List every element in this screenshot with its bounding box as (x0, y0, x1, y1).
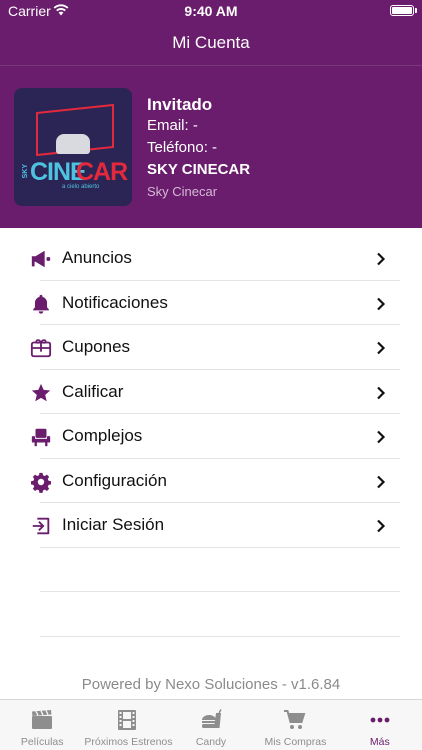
food-icon (202, 709, 222, 728)
star-icon (31, 383, 51, 401)
clapperboard-icon (32, 710, 53, 729)
menu-item-label: Iniciar Sesión (62, 515, 165, 534)
chevron-right-icon (377, 252, 386, 266)
menu-item-label: Complejos (62, 426, 143, 445)
empty-row (0, 592, 422, 637)
menu-item-cupones[interactable]: Cupones (0, 325, 422, 370)
menu-item-calificar[interactable]: Calificar (0, 370, 422, 414)
login-icon (32, 517, 50, 535)
status-time: 9:40 AM (184, 3, 238, 19)
seat-icon (31, 428, 51, 447)
chevron-right-icon (377, 475, 386, 488)
tab-proximos-estrenos[interactable]: Próximos Estrenos (84, 700, 173, 750)
nav-divider (0, 65, 422, 66)
chevron-right-icon (377, 386, 386, 399)
chevron-right-icon (377, 297, 386, 310)
cart-icon (284, 710, 306, 729)
film-strip-icon (117, 710, 136, 730)
empty-row (0, 548, 422, 592)
battery-icon (390, 5, 417, 16)
status-bar: Carrier 9:40 AM (0, 0, 422, 22)
tab-mas[interactable]: Más (338, 700, 422, 750)
menu-item-complejos[interactable]: Complejos (0, 414, 422, 459)
powered-by-text: Powered by Nexo Soluciones - v1.6.84 (81, 676, 341, 693)
gear-icon (31, 472, 51, 493)
user-phone: Teléfono: - (147, 139, 218, 156)
menu-item-label: Anuncios (62, 248, 132, 267)
menu-item-anuncios[interactable]: Anuncios (0, 236, 422, 281)
page-title: Mi Cuenta (172, 33, 250, 52)
logo-tagline: a cielo abierto (62, 184, 100, 190)
account-header: Carrier 9:40 AM Mi Cuenta SKY CINE CAR a… (0, 0, 422, 228)
tab-label: Candy (195, 736, 227, 748)
logo-sky-text: SKY (22, 164, 29, 179)
tab-label: Mis Compras (264, 736, 327, 748)
menu-item-notificaciones[interactable]: Notificaciones (0, 281, 422, 325)
profile-info: Invitado Email: - Teléfono: - SKY CINECA… (147, 95, 250, 202)
tab-candy[interactable]: Candy (169, 700, 253, 750)
tab-mis-compras[interactable]: Mis Compras (253, 700, 337, 750)
menu-item-label: Cupones (62, 337, 131, 356)
user-name: Invitado (147, 95, 213, 114)
chevron-right-icon (377, 341, 386, 355)
row-divider (40, 635, 400, 637)
cinema-name: SKY CINECAR (147, 161, 251, 178)
menu-item-label: Calificar (62, 381, 124, 401)
user-email: Email: - (147, 117, 198, 134)
logo-car-text: CAR (76, 158, 128, 186)
chevron-right-icon (377, 519, 386, 533)
menu-item-label: Configuración (62, 470, 167, 490)
more-dots-icon (370, 717, 390, 723)
tab-label: Películas (20, 736, 64, 748)
account-menu: Anuncios Notificaciones Cupones Califica… (0, 236, 422, 637)
logo-car-shape (56, 134, 90, 154)
tab-label: Próximos Estrenos (84, 736, 173, 748)
chevron-right-icon (377, 430, 386, 444)
menu-item-label: Notificaciones (62, 292, 168, 312)
cinema-logo: SKY CINE CAR a cielo abierto (14, 88, 132, 206)
tab-bar: Películas Próximos Estrenos Candy Mis Co… (0, 699, 422, 750)
menu-item-configuracion[interactable]: Configuración (0, 459, 422, 503)
menu-item-iniciar-sesion[interactable]: Iniciar Sesión (0, 503, 422, 548)
gift-card-icon (30, 339, 52, 358)
megaphone-icon (31, 250, 51, 268)
tab-label: Más (369, 736, 390, 748)
tab-peliculas[interactable]: Películas (0, 700, 84, 750)
cinema-subtitle: Sky Cinecar (147, 184, 218, 199)
bell-icon (33, 294, 49, 314)
